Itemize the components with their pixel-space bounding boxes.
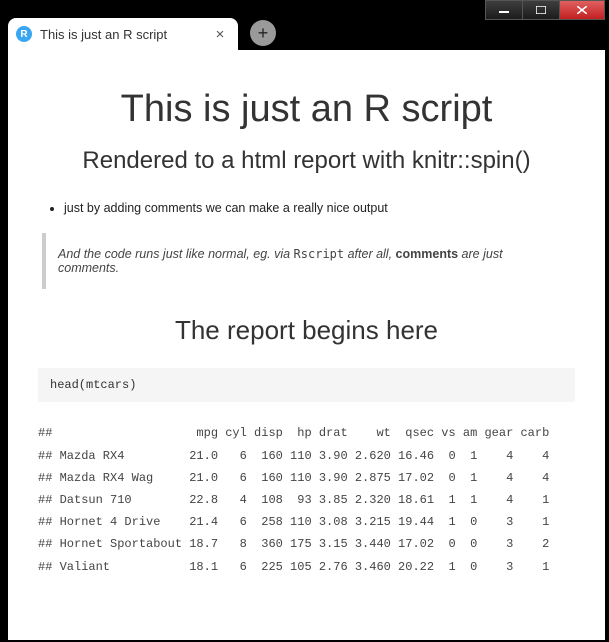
page-viewport[interactable]: This is just an R script Rendered to a h…	[8, 50, 605, 640]
page-title: This is just an R script	[38, 88, 575, 131]
quote-text: And the code runs just like normal, eg. …	[58, 247, 294, 261]
quote-bold: comments	[396, 247, 459, 261]
page-subtitle: Rendered to a html report with knitr::sp…	[38, 145, 575, 177]
plus-icon: +	[258, 23, 269, 44]
close-tab-icon[interactable]: ×	[212, 26, 228, 42]
tab-strip: R This is just an R script × +	[8, 16, 601, 50]
bullet-list: just by adding comments we can make a re…	[38, 201, 575, 215]
document: This is just an R script Rendered to a h…	[8, 50, 605, 598]
quote-code: Rscript	[294, 247, 345, 261]
blockquote: And the code runs just like normal, eg. …	[42, 233, 575, 289]
section-heading: The report begins here	[38, 315, 575, 346]
new-tab-button[interactable]: +	[250, 20, 276, 46]
tab-title: This is just an R script	[40, 27, 204, 42]
r-favicon-icon: R	[16, 26, 32, 42]
list-item: just by adding comments we can make a re…	[64, 201, 575, 215]
code-output: ## mpg cyl disp hp drat wt qsec vs am ge…	[38, 422, 575, 577]
code-block: head(mtcars)	[38, 368, 575, 402]
quote-text: after all,	[344, 247, 395, 261]
browser-tab[interactable]: R This is just an R script ×	[8, 18, 238, 50]
